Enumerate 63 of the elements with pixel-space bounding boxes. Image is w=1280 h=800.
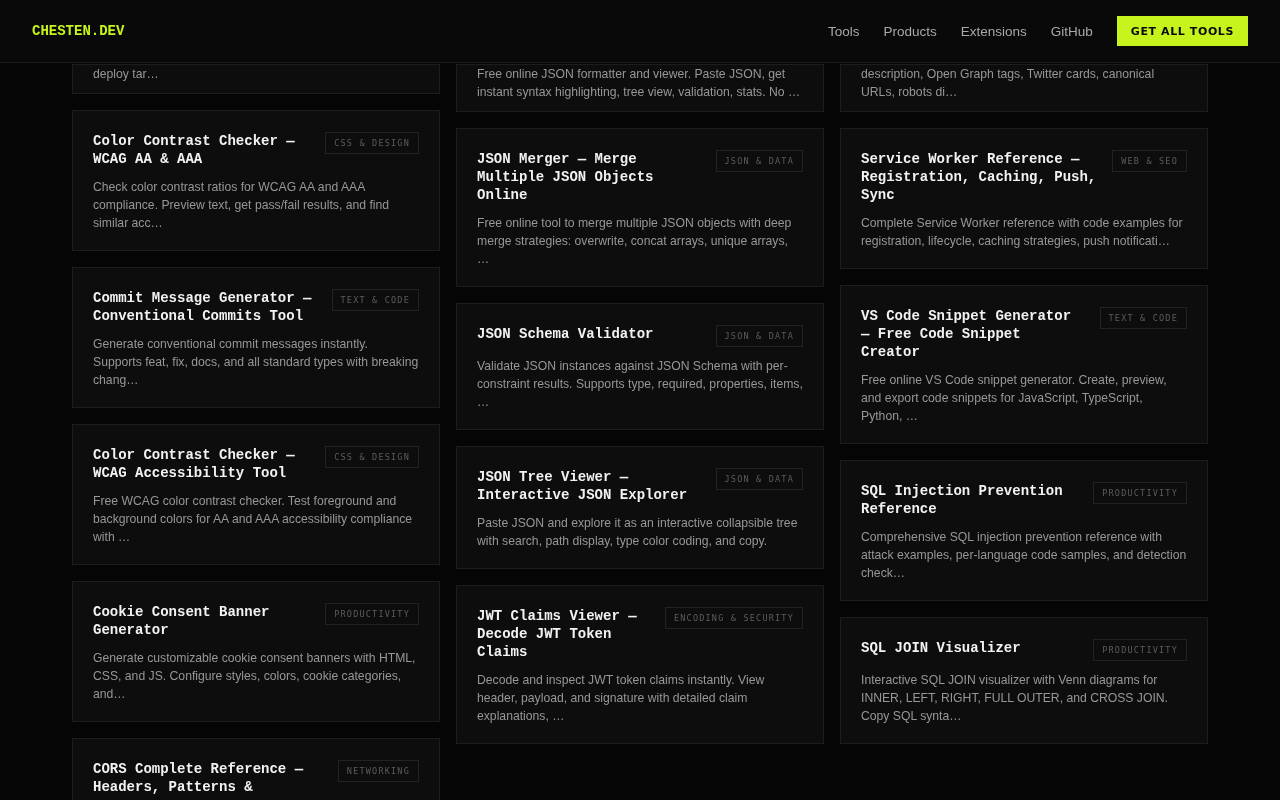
card-title: SQL JOIN Visualizer <box>861 639 1021 657</box>
category-tag: CSS & DESIGN <box>325 446 419 468</box>
card-description: Free online VS Code snippet generator. Create, preview, and export code snippets for JavaScript, TypeScript, Python, … <box>861 372 1168 425</box>
category-tag: JSON & DATA <box>715 150 803 172</box>
card-description: deploy tar… <box>93 66 160 83</box>
site-logo[interactable]: CHESTEN.DEV <box>32 23 125 39</box>
tool-card[interactable]: deploy tar… <box>72 64 440 94</box>
card-description: Comprehensive SQL injection prevention reference with attack examples, per-language code samples, and detection check… <box>861 529 1187 582</box>
card-title: Service Worker Reference — Registration, Caching, Push, Sync <box>861 150 1098 204</box>
nav-link[interactable]: GitHub <box>1050 24 1093 39</box>
card-description: Complete Service Worker reference with code examples for registration, lifecycle, caching strategies, push notificati… <box>861 215 1184 250</box>
category-tag: PRODUCTIVITY <box>1093 482 1187 504</box>
card-description: Validate JSON instances against JSON Schema with per-constraint results. Supports type, required, properties, items, … <box>477 358 803 411</box>
card-description: description, Open Graph tags, Twitter cards, canonical URLs, robots di… <box>861 66 1156 101</box>
tool-card[interactable]: Color Contrast Checker — WCAG AA & AAA CSS & DESIGN Check color contrast ratios for WCAG AA and AAA compliance. Preview text, get pass/fail results, and find similar acc… <box>72 110 440 251</box>
card-title: JWT Claims Viewer — Decode JWT Token Claims <box>477 607 638 661</box>
card-title: JSON Tree Viewer — Interactive JSON Explorer <box>477 468 689 504</box>
card-description: Generate customizable cookie consent banners with HTML, CSS, and JS. Configure styles, colors, cookie categories, and… <box>93 650 417 703</box>
tool-card[interactable]: Commit Message Generator — Conventional Commits Tool TEXT & CODE Generate conventional commit messages instantly. Supports feat, fix, docs, and all standard types with breaking chang… <box>72 267 440 408</box>
card-description: Interactive SQL JOIN visualizer with Venn diagrams for INNER, LEFT, RIGHT, FULL OUTER, and CROSS JOIN. Copy SQL synta… <box>861 672 1169 725</box>
tool-card[interactable]: Free online JSON formatter and viewer. Paste JSON, get instant syntax highlighting, tree view, validation, stats. No … <box>456 64 824 112</box>
category-tag: PRODUCTIVITY <box>1093 639 1187 661</box>
tool-card[interactable]: JSON Schema Validator JSON & DATA Validate JSON instances against JSON Schema with per-constraint results. Supports type, required, properties, items, … <box>456 303 824 430</box>
card-description: Generate conventional commit messages instantly. Supports feat, fix, docs, and all standard types with breaking chang… <box>93 336 419 389</box>
nav-link[interactable]: Products <box>883 24 937 39</box>
tool-card[interactable]: JSON Merger — Merge Multiple JSON Objects Online JSON & DATA Free online tool to merge multiple JSON objects with deep merge strategies: overwrite, concat arrays, unique arrays, … <box>456 128 824 287</box>
card-title: JSON Merger — Merge Multiple JSON Objects Online <box>477 150 655 204</box>
card-description: Free WCAG color contrast checker. Test foreground and background colors for AA and AAA accessibility compliance with … <box>93 493 414 546</box>
nav-link[interactable]: Tools <box>827 24 860 39</box>
nav-link[interactable]: Extensions <box>960 24 1027 39</box>
category-tag: JSON & DATA <box>715 468 803 490</box>
card-description: Paste JSON and explore it as an interactive collapsible tree with search, path display, type color coding, and copy. <box>477 515 799 550</box>
category-tag: NETWORKING <box>337 760 419 782</box>
category-tag: JSON & DATA <box>715 325 803 347</box>
category-tag: WEB & SEO <box>1112 150 1187 172</box>
tool-card[interactable]: CORS Complete Reference — Headers, Patterns & NETWORKING <box>72 738 440 800</box>
card-title: Cookie Consent Banner Generator <box>93 603 271 639</box>
category-tag: PRODUCTIVITY <box>325 603 419 625</box>
category-tag: TEXT & CODE <box>331 289 419 311</box>
card-description: Check color contrast ratios for WCAG AA and AAA compliance. Preview text, get pass/fail results, and find similar acc… <box>93 179 391 232</box>
tool-card[interactable]: VS Code Snippet Generator — Free Code Snippet Creator TEXT & CODE Free online VS Code snippet generator. Create, preview, and export code snippets for JavaScript, TypeScript, Python, … <box>840 285 1208 444</box>
category-tag: CSS & DESIGN <box>325 132 419 154</box>
tool-card[interactable]: JSON Tree Viewer — Interactive JSON Explorer JSON & DATA Paste JSON and explore it as an interactive collapsible tree with search, path display, type color coding, and copy. <box>456 446 824 569</box>
tool-card[interactable]: JWT Claims Viewer — Decode JWT Token Claims ENCODING & SECURITY Decode and inspect JWT token claims instantly. View header, payload, and signature with detailed claim explanations, … <box>456 585 824 744</box>
tool-card[interactable]: Service Worker Reference — Registration, Caching, Push, Sync WEB & SEO Complete Service Worker reference with code examples for registration, lifecycle, caching strategies, push notificati… <box>840 128 1208 269</box>
card-title: CORS Complete Reference — Headers, Patterns & <box>93 760 305 796</box>
card-title: Color Contrast Checker — WCAG Accessibility Tool <box>93 446 296 482</box>
card-description: Free online JSON formatter and viewer. Paste JSON, get instant syntax highlighting, tree view, validation, stats. No … <box>477 66 802 101</box>
category-tag: TEXT & CODE <box>1099 307 1187 329</box>
card-title: Color Contrast Checker — WCAG AA & AAA <box>93 132 296 168</box>
tool-card[interactable]: description, Open Graph tags, Twitter cards, canonical URLs, robots di… <box>840 64 1208 112</box>
card-title: JSON Schema Validator <box>477 325 654 343</box>
get-all-tools-button[interactable]: GET ALL TOOLS <box>1116 16 1248 46</box>
card-description: Decode and inspect JWT token claims instantly. View header, payload, and signature with detailed claim explanations, … <box>477 672 766 725</box>
tool-card[interactable]: SQL Injection Prevention Reference PRODUCTIVITY Comprehensive SQL injection prevention reference with attack examples, per-language code samples, and detection check… <box>840 460 1208 601</box>
card-description: Free online tool to merge multiple JSON objects with deep merge strategies: overwrite, concat arrays, unique arrays, … <box>477 215 793 268</box>
card-title: SQL Injection Prevention Reference <box>861 482 1064 518</box>
tool-card[interactable]: Cookie Consent Banner Generator PRODUCTIVITY Generate customizable cookie consent banners with HTML, CSS, and JS. Configure styles, colors, cookie categories, and… <box>72 581 440 722</box>
category-tag: ENCODING & SECURITY <box>664 607 803 629</box>
tool-card[interactable]: SQL JOIN Visualizer PRODUCTIVITY Interactive SQL JOIN visualizer with Venn diagrams for INNER, LEFT, RIGHT, FULL OUTER, and CROSS JOIN. Copy SQL synta… <box>840 617 1208 744</box>
card-title: VS Code Snippet Generator — Free Code Snippet Creator <box>861 307 1073 361</box>
tool-card[interactable]: Color Contrast Checker — WCAG Accessibility Tool CSS & DESIGN Free WCAG color contrast checker. Test foreground and background colors for AA and AAA accessibility compliance with … <box>72 424 440 565</box>
card-title: Commit Message Generator — Conventional Commits Tool <box>93 289 313 325</box>
